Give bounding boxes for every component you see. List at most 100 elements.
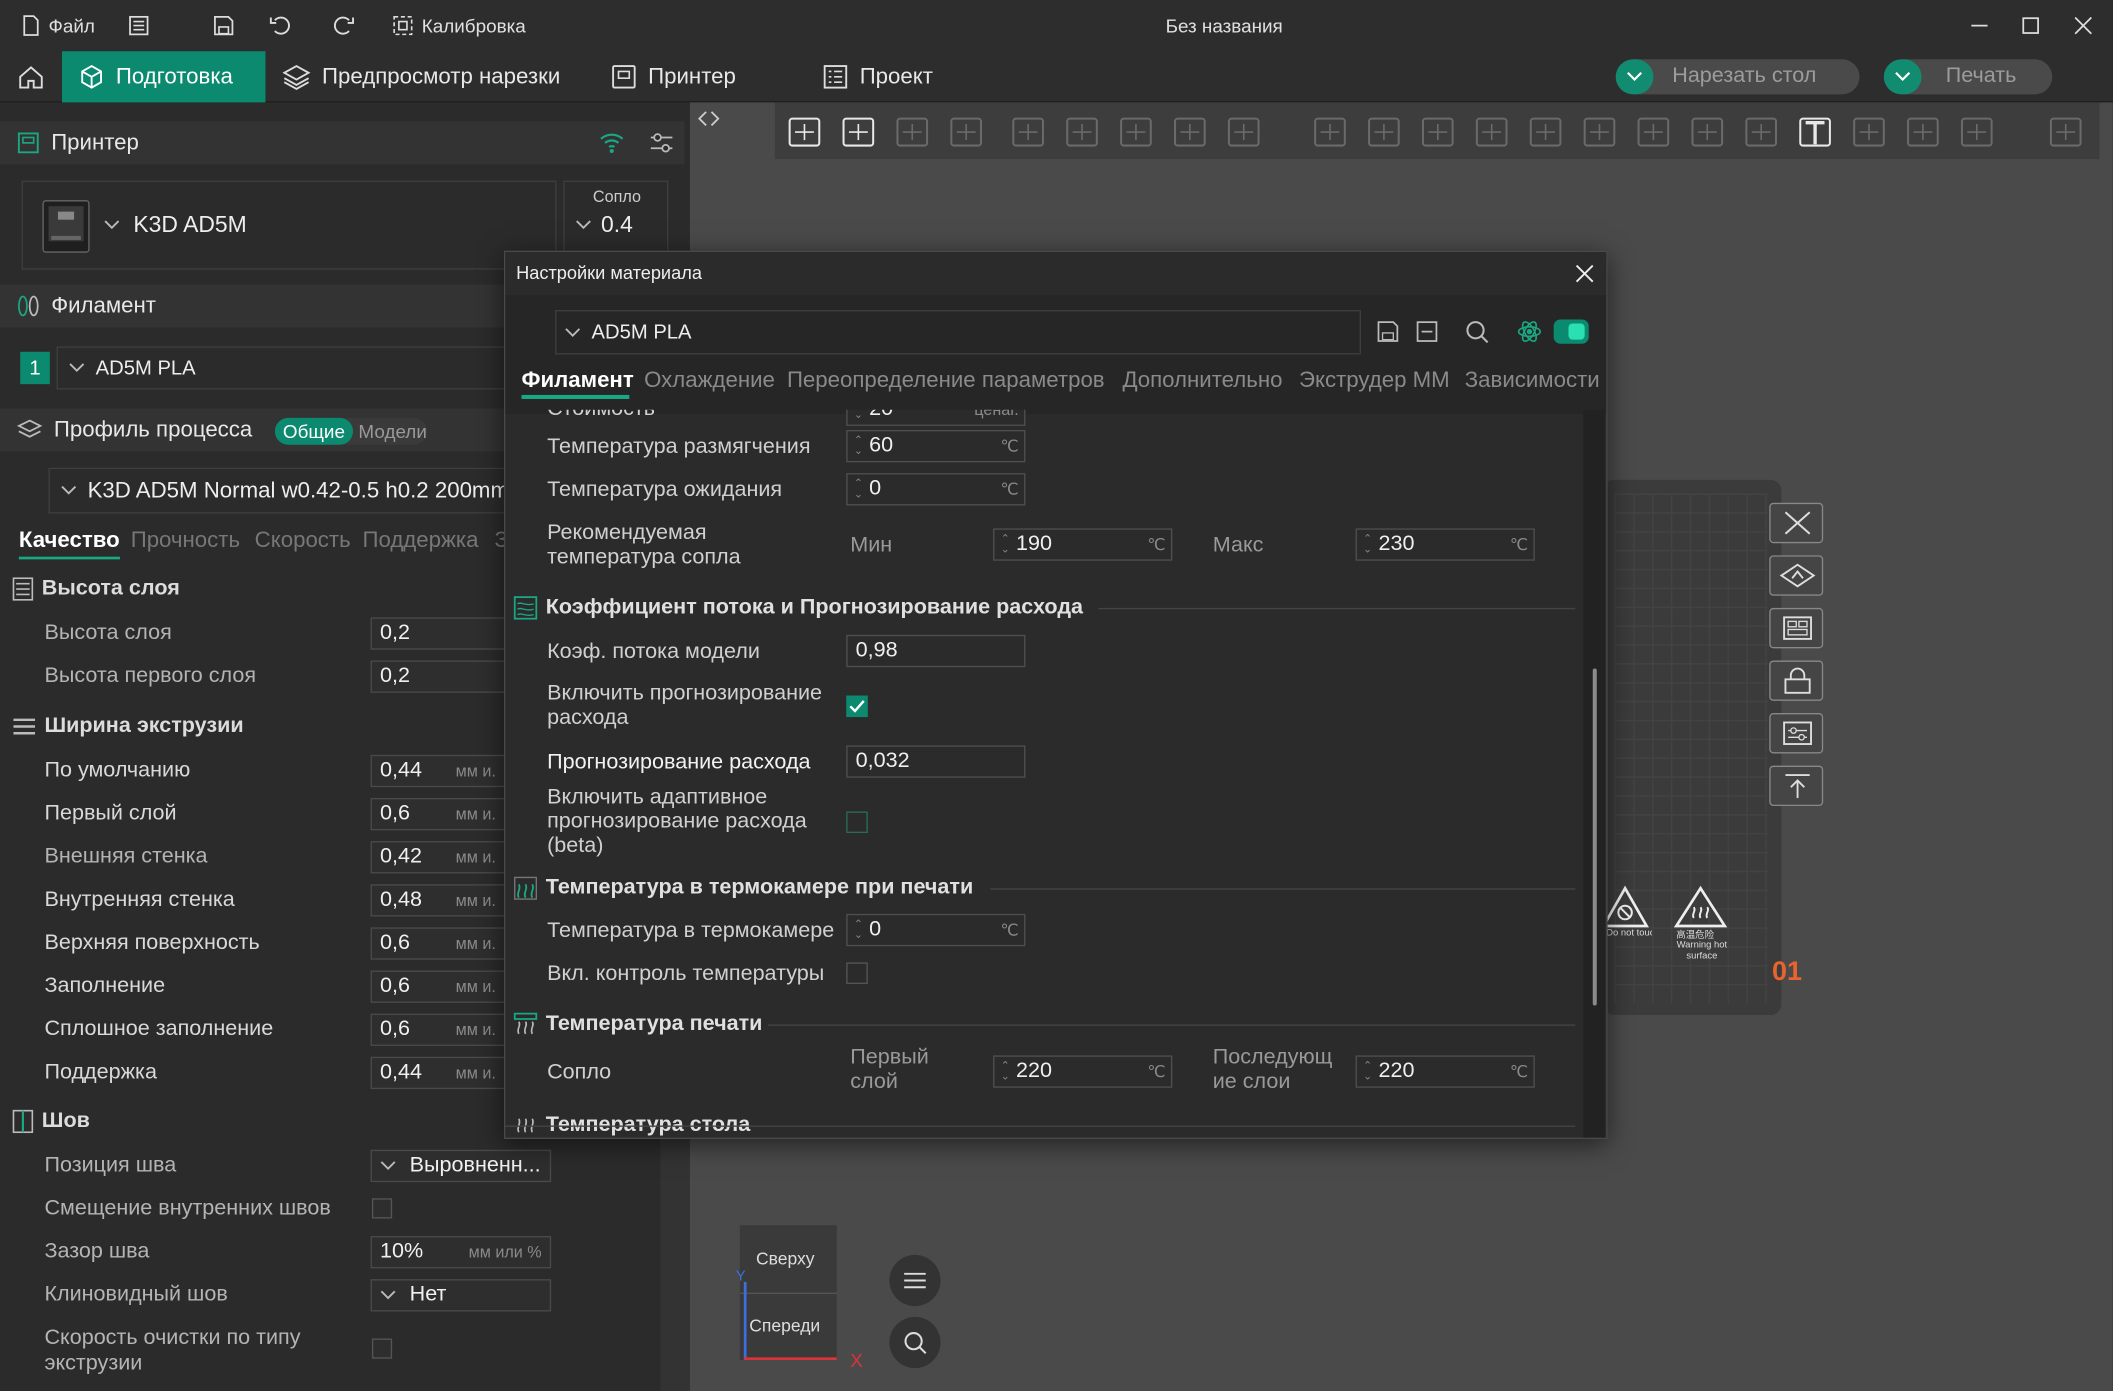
- minimize-button[interactable]: [1970, 0, 1989, 51]
- tab-prepare[interactable]: Подготовка: [61, 51, 266, 103]
- calibration-menu[interactable]: Калибровка: [392, 0, 526, 51]
- pa-enable-checkbox[interactable]: [846, 695, 868, 718]
- scarf-seam-select[interactable]: Нет: [370, 1279, 552, 1312]
- dialog-scrollbar[interactable]: [1583, 409, 1605, 1138]
- remove-circle-icon[interactable]: [1062, 112, 1102, 152]
- layer-height-input[interactable]: 0,2: [370, 617, 506, 650]
- menu-button[interactable]: [128, 0, 150, 51]
- extrusion-width-input[interactable]: 0,44 мм и.: [370, 1056, 506, 1090]
- plate-upload-button[interactable]: [1769, 765, 1824, 807]
- add-plate-icon[interactable]: [838, 112, 878, 152]
- toggle-models[interactable]: Модели: [358, 421, 426, 443]
- extrusion-width-input[interactable]: 0,6 мм и.: [370, 1013, 506, 1046]
- file-menu[interactable]: Файл: [22, 0, 95, 51]
- view-top-face[interactable]: Сверху: [756, 1248, 815, 1268]
- wifi-icon[interactable]: [598, 131, 625, 155]
- add-object-icon[interactable]: [784, 112, 824, 152]
- tab-printer[interactable]: Принтер: [594, 51, 752, 102]
- cut-icon[interactable]: [1525, 112, 1565, 152]
- pa-input[interactable]: 0,032: [846, 745, 1026, 778]
- view-cube[interactable]: Сверху Спереди Y X: [736, 1225, 863, 1371]
- zoom-button[interactable]: [889, 1316, 941, 1369]
- plate-settings-button[interactable]: [1769, 713, 1824, 754]
- chevron-down-icon[interactable]: [1615, 59, 1654, 95]
- toggle-global[interactable]: Общие: [274, 417, 354, 445]
- tab-speed[interactable]: Скорость: [255, 528, 351, 554]
- chamber-temp-input[interactable]: ⌃ ⌄ 0 ℃: [846, 913, 1026, 947]
- seam-position-select[interactable]: Выровненн...: [370, 1149, 552, 1183]
- chevron-down-icon[interactable]: [1883, 59, 1922, 95]
- view-front-face[interactable]: Спереди: [749, 1316, 820, 1336]
- text-icon[interactable]: [1795, 112, 1835, 152]
- redo-button[interactable]: [330, 0, 354, 51]
- plate-delete-button[interactable]: [1769, 502, 1824, 544]
- maximize-button[interactable]: [2021, 0, 2040, 51]
- scale-icon[interactable]: [1418, 112, 1458, 152]
- arrange-icon[interactable]: [946, 112, 986, 152]
- layers-list-icon[interactable]: [1224, 112, 1264, 152]
- first-layer-temp-input[interactable]: ⌃ ⌄ 220 ℃: [993, 1055, 1173, 1088]
- undo-button[interactable]: [269, 0, 294, 51]
- printer-selector[interactable]: K3D AD5M: [21, 180, 557, 270]
- view-menu-button[interactable]: [889, 1254, 941, 1307]
- extrusion-width-input[interactable]: 0,42 мм и.: [370, 841, 506, 874]
- seam-gap-input[interactable]: 10% мм или %: [370, 1236, 552, 1269]
- other-layers-temp-input[interactable]: ⌃ ⌄ 220 ℃: [1355, 1055, 1535, 1088]
- compare-icon[interactable]: [1516, 318, 1543, 345]
- variable-layer-icon[interactable]: [2046, 112, 2086, 152]
- tab-strength[interactable]: Прочность: [131, 528, 240, 554]
- add-circle-icon[interactable]: [1008, 112, 1048, 152]
- filament-selector[interactable]: AD5M PLA: [56, 346, 515, 390]
- brim-ears-icon[interactable]: [1903, 112, 1943, 152]
- measure-icon[interactable]: [1687, 112, 1727, 152]
- build-plate[interactable]: Do not touch 高温危险 Warning hot surface 01: [1601, 479, 1802, 1015]
- split-parts-icon[interactable]: [1170, 112, 1210, 152]
- fuzzy-skin-icon[interactable]: [1957, 112, 1997, 152]
- first-layer-height-input[interactable]: 0,2: [370, 660, 506, 693]
- advanced-mode-toggle[interactable]: [1553, 319, 1589, 344]
- paint-icon[interactable]: [1471, 112, 1511, 152]
- flow-ratio-input[interactable]: 0,98: [846, 634, 1026, 668]
- rotate-icon[interactable]: [1364, 112, 1404, 152]
- orient-icon[interactable]: [892, 112, 932, 152]
- max-temp-input[interactable]: ⌃ ⌄ 230 ℃: [1355, 528, 1535, 561]
- extrusion-width-input[interactable]: 0,6 мм и.: [370, 797, 506, 831]
- dtab-overrides[interactable]: Переопределение параметров: [787, 368, 1105, 394]
- slice-plate-button[interactable]: Нарезать стол: [1615, 59, 1860, 95]
- tab-preview[interactable]: Предпросмотр нарезки: [265, 51, 576, 102]
- move-icon[interactable]: [1310, 112, 1350, 152]
- extrusion-width-input[interactable]: 0,6 мм и.: [370, 970, 506, 1003]
- printer-settings-icon[interactable]: [648, 131, 675, 155]
- save-preset-icon[interactable]: [1376, 319, 1400, 343]
- dialog-close-icon[interactable]: [1575, 264, 1594, 283]
- dtab-cooling[interactable]: Охлаждение: [644, 368, 775, 394]
- plate-orient-button[interactable]: [1769, 607, 1824, 649]
- tab-project[interactable]: Проект: [806, 51, 949, 102]
- min-temp-input[interactable]: ⌃ ⌄ 190 ℃: [993, 528, 1173, 561]
- dialog-scrollbar-thumb[interactable]: [1592, 668, 1597, 1006]
- support-paint-icon[interactable]: [1579, 112, 1619, 152]
- seam-paint-icon[interactable]: [1633, 112, 1673, 152]
- extrusion-width-input[interactable]: 0,6 мм и.: [370, 927, 506, 960]
- chamber-control-checkbox[interactable]: [846, 962, 868, 984]
- print-button[interactable]: Печать: [1883, 59, 2053, 95]
- plate-arrange-button[interactable]: [1769, 555, 1824, 596]
- delete-preset-icon[interactable]: [1415, 319, 1439, 343]
- assembly-icon[interactable]: [1741, 112, 1781, 152]
- tab-quality[interactable]: Качество: [18, 528, 120, 560]
- plate-lock-button[interactable]: [1769, 660, 1824, 701]
- adaptive-pa-checkbox[interactable]: [846, 811, 868, 834]
- emboss-icon[interactable]: [1849, 112, 1889, 152]
- wipe-speed-checkbox[interactable]: [371, 1338, 393, 1359]
- standby-temp-input[interactable]: ⌃ ⌄ 0 ℃: [846, 473, 1026, 506]
- material-preset-select[interactable]: AD5M PLA: [555, 310, 1361, 355]
- dtab-advanced[interactable]: Дополнительно: [1122, 368, 1282, 394]
- tab-support[interactable]: Поддержка: [362, 528, 478, 554]
- process-selector[interactable]: K3D AD5M Normal w0.42-0.5 h0.2 200mm: [48, 467, 507, 514]
- softening-temp-input[interactable]: ⌃ ⌄ 60 ℃: [846, 429, 1026, 463]
- close-window-button[interactable]: [2074, 0, 2093, 51]
- dtab-filament[interactable]: Филамент: [521, 368, 633, 394]
- cost-input[interactable]: ⌃⌄20ценаг.: [846, 409, 1026, 426]
- save-button[interactable]: [213, 0, 235, 51]
- dtab-mm-extruder[interactable]: Экструдер ММ: [1299, 368, 1450, 394]
